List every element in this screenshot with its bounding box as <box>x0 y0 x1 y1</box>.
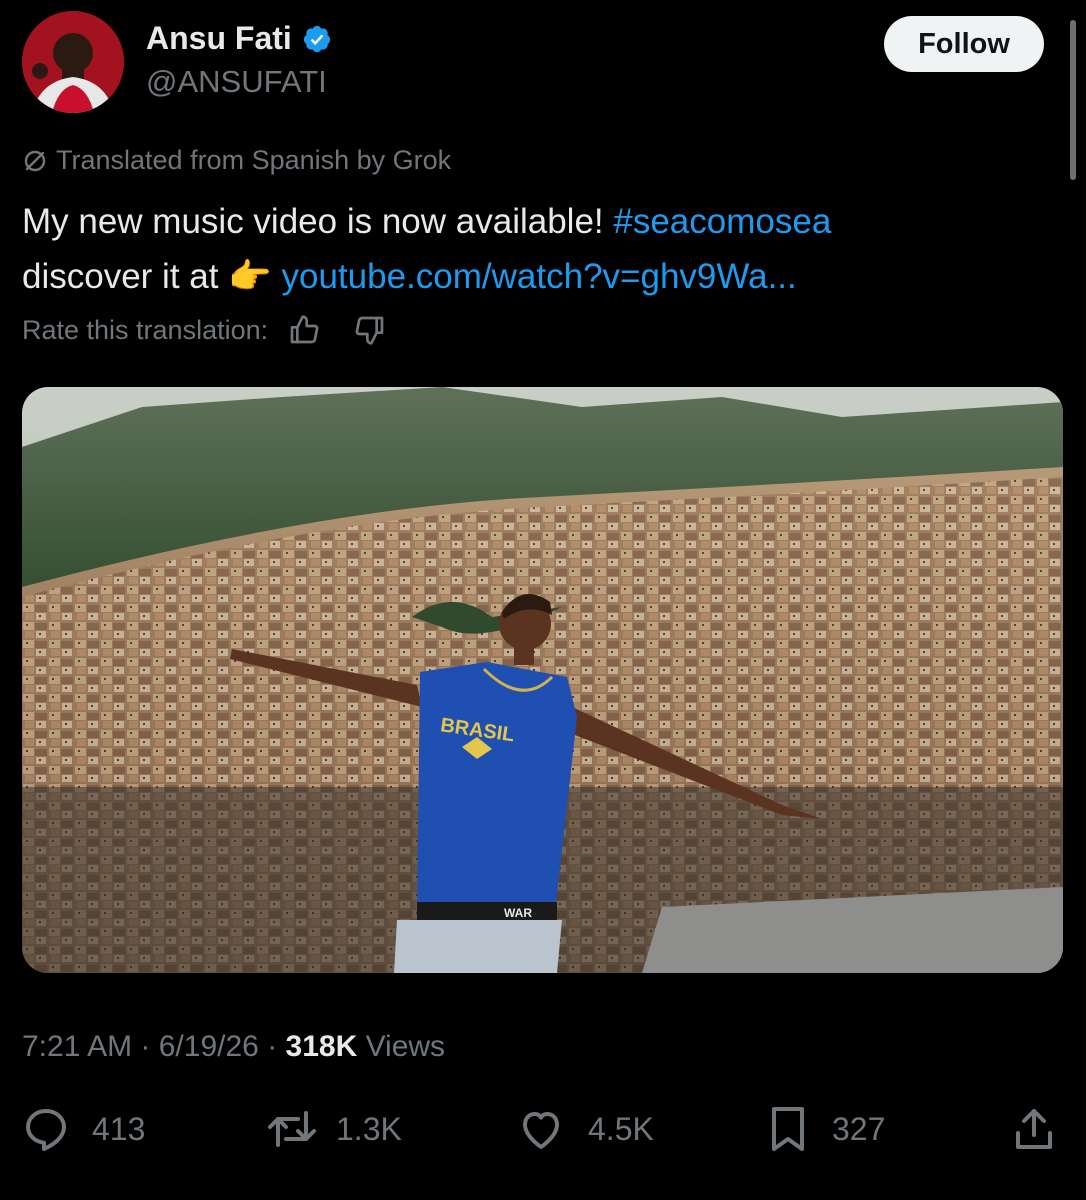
tweet-text: My new music video is now available! #se… <box>22 194 1062 304</box>
translate-icon <box>22 148 48 174</box>
tweet-media-photo[interactable]: BRASIL WAR <box>22 387 1063 973</box>
heart-icon <box>516 1105 566 1153</box>
tweet-date[interactable]: 6/19/26 <box>159 1030 259 1063</box>
hashtag-link[interactable]: #seacomosea <box>613 202 831 241</box>
views-count: 318K <box>285 1030 358 1063</box>
reply-button[interactable]: 413 <box>22 1105 145 1153</box>
thumbs-down-icon[interactable] <box>354 314 386 346</box>
views-label: Views <box>365 1030 446 1063</box>
repost-count: 1.3K <box>336 1110 402 1147</box>
author-handle[interactable]: @ANSUFATI <box>146 64 327 100</box>
action-bar: 413 1.3K 4.5K 327 <box>0 1105 1086 1165</box>
bookmark-count: 327 <box>832 1110 886 1147</box>
repost-icon <box>266 1105 318 1153</box>
avatar[interactable] <box>22 11 124 113</box>
verified-badge-icon <box>302 24 332 54</box>
like-count: 4.5K <box>588 1110 654 1147</box>
youtube-link[interactable]: youtube.com/watch?v=ghv9Wa... <box>282 257 797 296</box>
separator-dot: · <box>140 1030 159 1063</box>
repost-button[interactable]: 1.3K <box>266 1105 402 1153</box>
translation-text: Translated from Spanish by Grok <box>56 145 452 175</box>
thumbs-up-icon[interactable] <box>288 314 320 346</box>
author-name[interactable]: Ansu Fati <box>146 20 292 57</box>
share-icon <box>1012 1105 1056 1153</box>
tweet-time[interactable]: 7:21 AM <box>22 1030 132 1063</box>
rate-label: Rate this translation: <box>22 314 269 345</box>
tweet-text-part-1: My new music video is now available! <box>22 202 604 241</box>
tweet-meta: 7:21 AM · 6/19/26 · 318K Views <box>22 1030 445 1064</box>
reply-count: 413 <box>92 1110 146 1147</box>
tweet-text-part-2: discover it at <box>22 257 219 296</box>
share-button[interactable] <box>1012 1105 1056 1153</box>
author-name-row[interactable]: Ansu Fati <box>146 20 332 57</box>
bookmark-icon <box>766 1105 810 1153</box>
like-button[interactable]: 4.5K <box>516 1105 654 1153</box>
follow-button[interactable]: Follow <box>884 16 1044 72</box>
separator-dot: · <box>267 1030 286 1063</box>
belt-text: WAR <box>504 906 532 920</box>
pointing-hand-emoji: 👉 <box>228 257 272 296</box>
scrollbar[interactable] <box>1070 20 1076 180</box>
translation-note: Translated from Spanish by Grok <box>22 145 451 176</box>
rate-translation: Rate this translation: <box>22 314 386 346</box>
reply-icon <box>22 1105 70 1153</box>
bookmark-button[interactable]: 327 <box>766 1105 885 1153</box>
